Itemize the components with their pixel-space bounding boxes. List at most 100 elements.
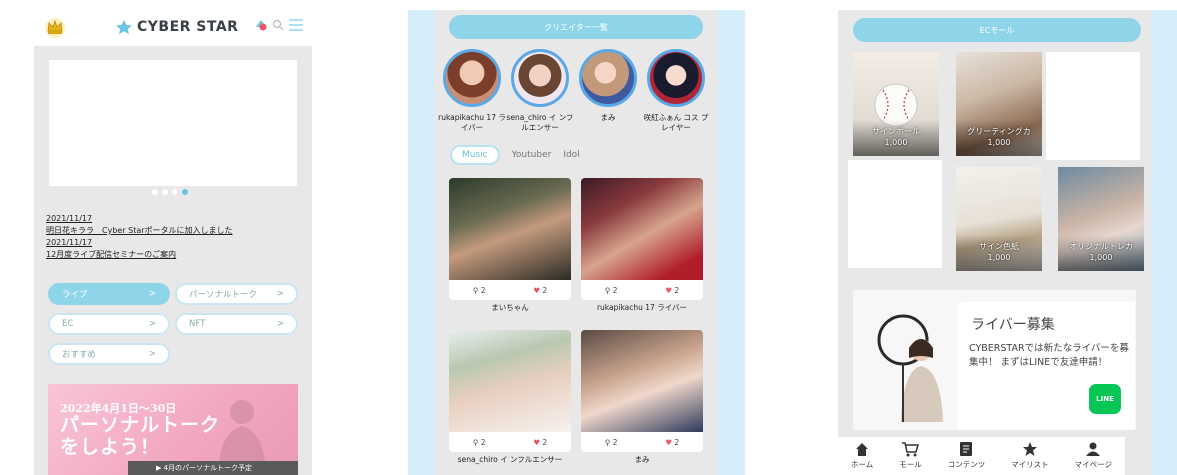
menu-label: NFT bbox=[189, 319, 206, 329]
creator-avatar[interactable] bbox=[579, 49, 637, 107]
creator-list-heading: クリエイター一覧 bbox=[449, 15, 703, 39]
liver-recruit-banner[interactable]: ライバー募集 CYBERSTARでは新たなライバーを募集中！ まずはLINEで友… bbox=[853, 290, 1136, 430]
followers-count: ⚲ 2 bbox=[604, 437, 618, 447]
product-tile[interactable]: サインボール 1,000 bbox=[853, 52, 939, 156]
nav-label: ホーム bbox=[850, 460, 874, 469]
news-list: 2021/11/17 明日花キララ Cyber Starポータルに加入しました … bbox=[46, 213, 233, 261]
search-icon[interactable] bbox=[272, 19, 284, 31]
likes-count: ♥ 2 bbox=[533, 438, 547, 447]
header-actions bbox=[254, 18, 304, 32]
tab-youtuber[interactable]: Youtuber bbox=[512, 150, 552, 160]
nav-mypage[interactable]: マイページ bbox=[1075, 441, 1112, 470]
creator-name[interactable]: sena_chiro イ ンフルエンサー bbox=[504, 113, 576, 133]
bottom-nav: ホーム モール コンテンツ マイリスト マイページ bbox=[838, 437, 1125, 475]
home-icon bbox=[856, 443, 869, 456]
user-icon bbox=[1086, 442, 1101, 456]
chevron-right-icon: > bbox=[276, 289, 284, 299]
carousel-dots bbox=[152, 189, 188, 195]
carousel-dot[interactable] bbox=[172, 189, 178, 195]
recruit-card: ライバー募集 CYBERSTARでは新たなライバーを募集中！ まずはLINEで友… bbox=[957, 302, 1135, 430]
star-logo-icon bbox=[116, 20, 132, 34]
chevron-right-icon: > bbox=[276, 319, 284, 329]
hero-banner[interactable] bbox=[49, 60, 297, 186]
nav-mylist[interactable]: マイリスト bbox=[1011, 441, 1049, 470]
news-date[interactable]: 2021/11/17 bbox=[46, 237, 233, 249]
news-date[interactable]: 2021/11/17 bbox=[46, 213, 233, 225]
notification-icon[interactable] bbox=[254, 18, 268, 32]
followers-count: ⚲ 2 bbox=[472, 285, 486, 295]
nav-label: マイページ bbox=[1074, 460, 1112, 469]
app-header: CYBER STAR bbox=[34, 10, 312, 46]
heart-icon: ♥ bbox=[665, 437, 672, 447]
followers-count: ⚲ 2 bbox=[472, 437, 486, 447]
creator-photo bbox=[581, 330, 703, 432]
card-stats: ⚲ 2 ♥ 2 bbox=[449, 432, 571, 452]
creator-name[interactable]: 咲紅ふぁん コス プレイヤー bbox=[640, 113, 712, 133]
nav-label: モール bbox=[899, 460, 922, 469]
app-logo[interactable]: CYBER STAR bbox=[114, 19, 238, 35]
promo-link[interactable]: ▶ 4月のパーソナルトーク予定 bbox=[128, 461, 298, 475]
creator-content: クリエイター一覧 rukapikachu 17 ライバー sena_chiro … bbox=[435, 10, 718, 475]
creator-card[interactable]: ⚲ 2 ♥ 2 bbox=[449, 178, 571, 300]
menu-personal-talk-button[interactable]: パーソナルトーク > bbox=[175, 283, 298, 305]
creator-avatar[interactable] bbox=[443, 49, 501, 107]
creator-avatar[interactable] bbox=[511, 49, 569, 107]
menu-label: おすすめ bbox=[62, 350, 97, 360]
menu-label: パーソナルトーク bbox=[189, 290, 258, 300]
card-stats: ⚲ 2 ♥ 2 bbox=[581, 280, 703, 300]
product-label: サインボール 1,000 bbox=[853, 126, 939, 148]
nav-contents[interactable]: コンテンツ bbox=[948, 441, 985, 470]
menu-label: EC bbox=[62, 319, 74, 329]
followers-value: 2 bbox=[612, 285, 618, 295]
creator-card[interactable]: ⚲ 2 ♥ 2 bbox=[581, 178, 703, 300]
product-tile[interactable]: サイン色紙 1,000 bbox=[956, 167, 1042, 271]
tab-idol[interactable]: Idol bbox=[563, 150, 579, 160]
product-price: 1,000 bbox=[884, 138, 908, 147]
product-name: グリーティングカ bbox=[967, 127, 1031, 136]
product-tile[interactable]: グリーティングカ 1,000 bbox=[956, 52, 1042, 156]
promo-banner[interactable]: 2022年4月1日～30日 パーソナルトーク をしよう！ ▶ 4月のパーソナルトー… bbox=[48, 384, 298, 475]
creator-avatar[interactable] bbox=[647, 49, 705, 107]
menu-icon[interactable] bbox=[288, 18, 304, 32]
carousel-dot[interactable] bbox=[152, 189, 158, 195]
carousel-dot[interactable] bbox=[162, 189, 168, 195]
menu-ec-button[interactable]: EC > bbox=[48, 313, 170, 335]
creator-card[interactable]: ⚲ 2 ♥ 2 bbox=[581, 330, 703, 452]
ec-mall-screen: ECモール サインボール 1,000 グリーティングカ 1,000 サイン色紙 1,0… bbox=[838, 10, 1177, 475]
recruit-title: ライバー募集 bbox=[971, 317, 1055, 333]
creator-card[interactable]: ⚲ 2 ♥ 2 bbox=[449, 330, 571, 452]
product-name: オリジナルトレカ bbox=[1069, 242, 1133, 251]
creator-photo bbox=[449, 330, 571, 432]
tab-music[interactable]: Music bbox=[450, 145, 500, 165]
category-tabs: Music Youtuber Idol bbox=[450, 145, 580, 165]
nav-mall[interactable]: モール bbox=[899, 441, 922, 470]
product-price: 1,000 bbox=[1089, 253, 1113, 262]
card-caption: sena_chiro イ ンフルエンサー bbox=[457, 455, 563, 464]
product-tile-empty[interactable] bbox=[1046, 52, 1140, 160]
carousel-dot-active[interactable] bbox=[182, 189, 188, 195]
product-label: オリジナルトレカ 1,000 bbox=[1058, 241, 1144, 263]
creator-photo bbox=[449, 178, 571, 280]
menu-recommend-button[interactable]: おすすめ > bbox=[48, 343, 170, 365]
product-price: 1,000 bbox=[987, 253, 1011, 262]
logo-text: CYBER STAR bbox=[137, 19, 239, 35]
card-caption: まいちゃん bbox=[491, 303, 529, 312]
news-title[interactable]: 12月度ライブ配信セミナーのご案内 bbox=[46, 249, 233, 261]
menu-nft-button[interactable]: NFT > bbox=[175, 313, 298, 335]
line-icon[interactable]: LINE bbox=[1089, 384, 1121, 414]
ring-light-person-image bbox=[877, 314, 943, 422]
product-tile-empty[interactable] bbox=[848, 160, 942, 268]
product-tile[interactable]: オリジナルトレカ 1,000 bbox=[1058, 167, 1144, 271]
creator-name[interactable]: rukapikachu 17 ライバー bbox=[436, 113, 508, 133]
promo-title-line: をしよう！ bbox=[60, 436, 161, 458]
card-stats: ⚲ 2 ♥ 2 bbox=[581, 432, 703, 452]
nav-home[interactable]: ホーム bbox=[851, 441, 873, 470]
card-caption: まみ bbox=[634, 455, 650, 464]
star-icon bbox=[1022, 442, 1037, 456]
crown-icon[interactable] bbox=[44, 16, 66, 38]
promo-title: パーソナルトーク をしよう！ bbox=[60, 414, 220, 458]
news-title[interactable]: 明日花キララ Cyber Starポータルに加入しました bbox=[46, 225, 233, 237]
promo-title-line: パーソナルトーク bbox=[60, 414, 221, 436]
creator-name[interactable]: まみ bbox=[572, 113, 644, 123]
menu-live-button[interactable]: ライブ > bbox=[48, 283, 170, 305]
